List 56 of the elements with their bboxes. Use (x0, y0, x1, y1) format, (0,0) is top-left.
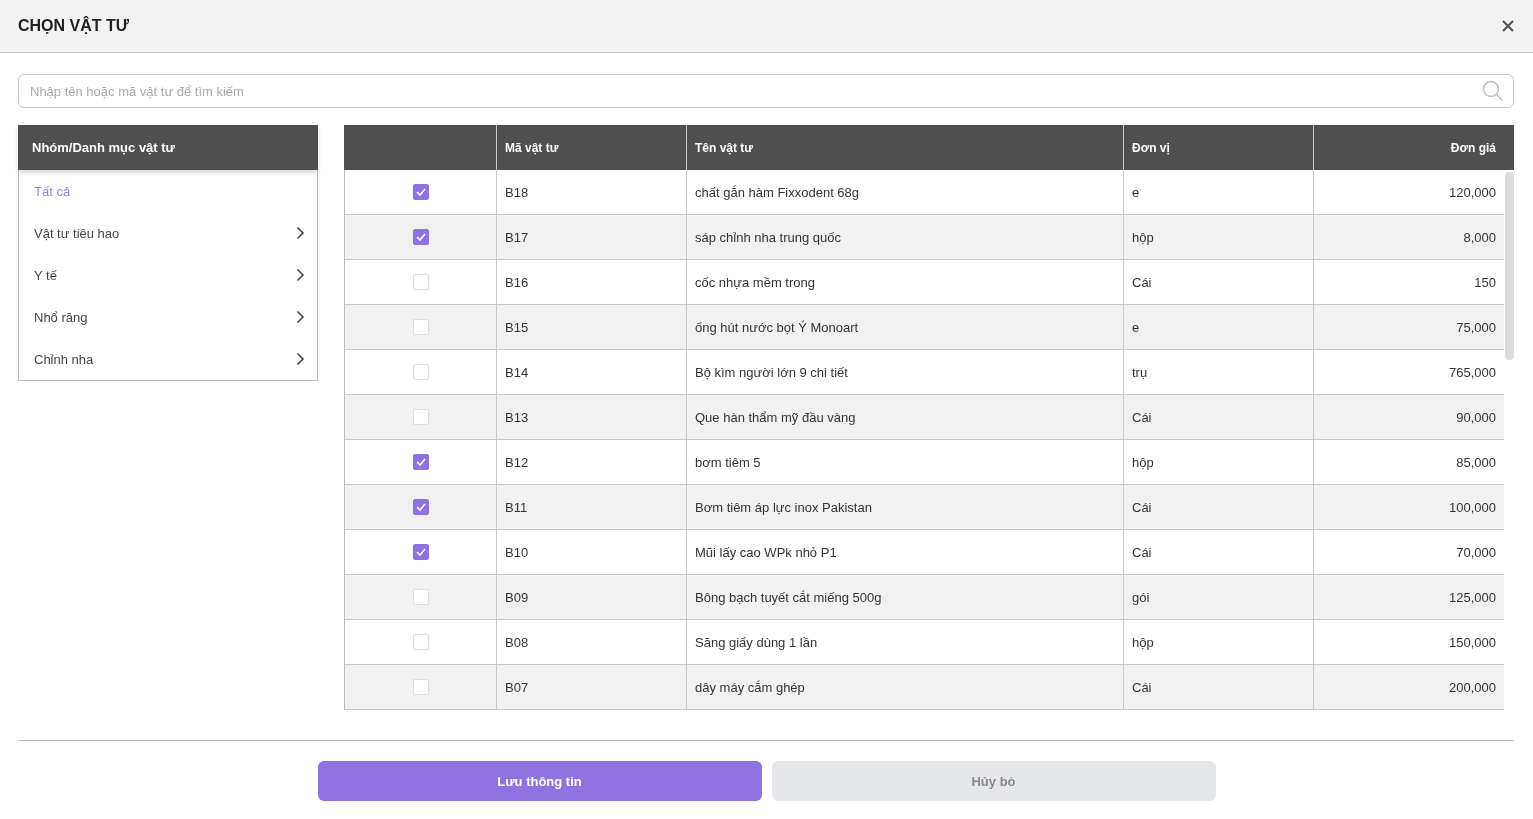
table-cell: B18 (496, 170, 686, 214)
dialog-title: CHỌN VẬT TƯ (18, 17, 130, 35)
table-cell: B11 (496, 485, 686, 529)
table-cell: Bộ kìm người lớn 9 chi tiết (686, 350, 1123, 394)
check-icon (415, 233, 426, 241)
table-cell: e (1123, 305, 1313, 349)
table-cell: ống hút nước bọt Ý Monoart (686, 305, 1123, 349)
table-cell: B08 (496, 620, 686, 664)
row-checkbox[interactable] (412, 499, 429, 515)
row-checkbox[interactable] (412, 184, 429, 200)
table-cell: B16 (496, 260, 686, 304)
table-cell: B07 (496, 665, 686, 709)
table-cell: Cái (1123, 530, 1313, 574)
table-cell: Săng giấy dùng 1 lần (686, 620, 1123, 664)
category-item[interactable]: Vật tư tiêu hao (19, 212, 317, 254)
category-item[interactable]: Nhổ răng (19, 296, 317, 338)
table-cell: B12 (496, 440, 686, 484)
table-cell: trụ (1123, 350, 1313, 394)
category-item[interactable]: Y tế (19, 254, 317, 296)
table-cell: B09 (496, 575, 686, 619)
table-cell: dây máy cắm ghép (686, 665, 1123, 709)
table-cell: Que hàn thẩm mỹ đầu vàng (686, 395, 1123, 439)
category-item[interactable]: Chỉnh nha (19, 338, 317, 380)
table-cell: B10 (496, 530, 686, 574)
table-cell: chất gắn hàm Fixxodent 68g (686, 170, 1123, 214)
row-checkbox[interactable] (412, 229, 429, 245)
row-checkbox[interactable] (412, 454, 429, 470)
category-header: Nhóm/Danh mục vật tư (18, 125, 318, 170)
row-checkbox[interactable] (412, 544, 429, 560)
table-cell: sáp chỉnh nha trung quốc (686, 215, 1123, 259)
table-cell: Cái (1123, 260, 1313, 304)
table-cell: bơm tiêm 5 (686, 440, 1123, 484)
table-cell: B13 (496, 395, 686, 439)
table-cell: Bơm tiêm áp lực inox Pakistan (686, 485, 1123, 529)
table-cell: e (1123, 170, 1313, 214)
table-cell: cốc nhựa mềm trong (686, 260, 1123, 304)
table-cell: Mũi lấy cao WPk nhỏ P1 (686, 530, 1123, 574)
check-icon (415, 458, 426, 466)
scrollbar-thumb[interactable] (1504, 172, 1514, 360)
table-cell: hộp (1123, 440, 1313, 484)
table-cell: Cái (1123, 395, 1313, 439)
table-cell: Cái (1123, 665, 1313, 709)
table-cell: B14 (496, 350, 686, 394)
save-button[interactable]: Lưu thông tin (317, 761, 762, 801)
check-icon (415, 503, 426, 511)
table-cell: hộp (1123, 620, 1313, 664)
check-icon (415, 548, 426, 556)
table-cell: Bông bạch tuyết cắt miếng 500g (686, 575, 1123, 619)
search-field[interactable]: Nhập tên hoặc mã vật tư để tìm kiếm (18, 74, 1514, 108)
table-cell: gói (1123, 575, 1313, 619)
search-icon (1482, 80, 1504, 102)
table-cell: hộp (1123, 215, 1313, 259)
table-cell: Cái (1123, 485, 1313, 529)
table-cell: B15 (496, 305, 686, 349)
table-cell: B17 (496, 215, 686, 259)
check-icon (415, 188, 426, 196)
